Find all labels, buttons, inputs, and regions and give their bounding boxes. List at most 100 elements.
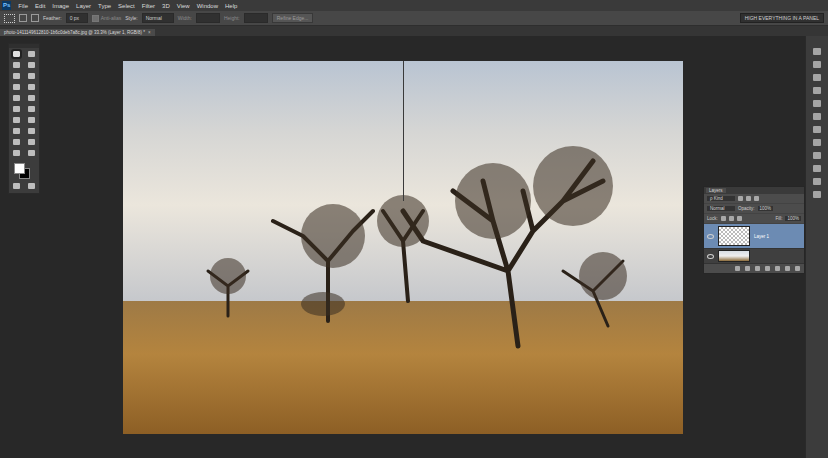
menu-item[interactable]: View <box>177 3 190 9</box>
tool-icon[interactable] <box>13 73 20 79</box>
menu-item[interactable]: Edit <box>35 3 45 9</box>
tool-icon[interactable] <box>28 128 35 134</box>
tools-panel <box>8 43 40 194</box>
foreground-color-swatch[interactable] <box>14 163 25 174</box>
quick-mask-icon[interactable] <box>13 183 20 189</box>
tool-icon[interactable] <box>13 84 20 90</box>
anti-alias-checkbox[interactable]: Anti-alias <box>92 15 122 22</box>
panel-button-icon[interactable] <box>765 266 770 271</box>
lock-icon[interactable] <box>721 216 726 221</box>
checkbox-box[interactable] <box>92 15 99 22</box>
filter-icon[interactable] <box>754 196 759 201</box>
layers-tab[interactable]: Layers <box>706 188 726 193</box>
marquee-icon[interactable] <box>4 14 15 23</box>
menu-item[interactable]: Select <box>118 3 135 9</box>
tool-icon[interactable] <box>28 84 35 90</box>
panel-icon[interactable] <box>813 165 821 172</box>
style-dropdown[interactable]: Normal <box>142 13 174 23</box>
layer-thumbnail <box>718 226 750 246</box>
layer-row[interactable] <box>704 249 804 264</box>
document-tab-bar: photo-1411149612810-1b6c0deb7a8c.jpg @ 3… <box>0 26 828 36</box>
panel-icon[interactable] <box>813 191 821 198</box>
close-tab-button[interactable]: × <box>148 30 151 35</box>
opacity-label: Opacity: <box>738 206 755 211</box>
panel-button-icon[interactable] <box>775 266 780 271</box>
menu-item[interactable]: Image <box>52 3 69 9</box>
tool-icon[interactable] <box>13 62 20 68</box>
tool-icon[interactable] <box>13 51 20 57</box>
menu-item[interactable]: Help <box>225 3 237 9</box>
app-logo: Ps <box>2 1 11 10</box>
color-swatches[interactable] <box>9 162 39 180</box>
panel-dock <box>805 36 828 458</box>
panel-icon[interactable] <box>813 61 821 68</box>
opacity-field[interactable]: 100% <box>758 206 774 211</box>
layer-filter-row: ρ Kind <box>704 194 804 204</box>
panel-icon[interactable] <box>813 74 821 81</box>
filter-icon[interactable] <box>738 196 743 201</box>
tool-icon[interactable] <box>28 139 35 145</box>
guide-line[interactable] <box>403 61 404 201</box>
style-label: Style: <box>125 15 138 21</box>
tool-icon[interactable] <box>13 95 20 101</box>
screen-mode-icon[interactable] <box>28 183 35 189</box>
tool-icon[interactable] <box>13 117 20 123</box>
refine-edge-button[interactable]: Refine Edge... <box>272 13 314 23</box>
panel-icon[interactable] <box>813 87 821 94</box>
height-field[interactable] <box>244 13 268 23</box>
panel-icon[interactable] <box>813 126 821 133</box>
lock-icon[interactable] <box>729 216 734 221</box>
layer-row[interactable]: Layer 1 <box>704 224 804 249</box>
width-field[interactable] <box>196 13 220 23</box>
tool-icon[interactable] <box>28 106 35 112</box>
menu-item[interactable]: File <box>18 3 28 9</box>
tool-icon[interactable] <box>13 106 20 112</box>
photo-canvas[interactable] <box>123 61 683 434</box>
tool-icon[interactable] <box>28 73 35 79</box>
blend-mode-dropdown[interactable]: Normal <box>707 206 735 211</box>
tool-icon[interactable] <box>13 139 20 145</box>
panel-icon[interactable] <box>813 152 821 159</box>
panel-header: Layers <box>704 187 804 194</box>
menu-item[interactable]: Layer <box>76 3 91 9</box>
photoshop-window: Ps File Edit Image Layer Type Select Filter 3D Vi… <box>0 0 828 458</box>
tool-icon[interactable] <box>28 117 35 123</box>
filter-icon[interactable] <box>746 196 751 201</box>
tool-icon[interactable] <box>28 51 35 57</box>
panel-icon[interactable] <box>813 178 821 185</box>
lock-label: Lock: <box>707 216 718 221</box>
blend-row: NormalOpacity:100% <box>704 204 804 214</box>
panel-icon[interactable] <box>813 139 821 146</box>
tool-icon[interactable] <box>28 95 35 101</box>
fill-field[interactable]: 100% <box>785 216 801 221</box>
tool-icon[interactable] <box>28 150 35 156</box>
menu-item[interactable]: 3D <box>162 3 170 9</box>
tool-icon[interactable] <box>28 62 35 68</box>
lock-icon[interactable] <box>737 216 742 221</box>
document-tab[interactable]: photo-1411149612810-1b6c0deb7a8c.jpg @ 3… <box>0 29 155 36</box>
tool-icon[interactable] <box>13 128 20 134</box>
feather-label: Feather: <box>43 15 62 21</box>
tool-icon[interactable] <box>13 150 20 156</box>
panel-button-icon[interactable] <box>745 266 750 271</box>
menu-item[interactable]: Window <box>197 3 218 9</box>
eye-icon[interactable] <box>707 254 714 259</box>
panel-icon[interactable] <box>813 48 821 55</box>
menu-item[interactable]: Filter <box>142 3 155 9</box>
panel-icon[interactable] <box>813 100 821 107</box>
layers-panel: Layersρ KindNormalOpacity:100%Lock:Fill:… <box>703 186 805 274</box>
menu-item[interactable]: Type <box>98 3 111 9</box>
panel-icon[interactable] <box>813 113 821 120</box>
panel-button-icon[interactable] <box>755 266 760 271</box>
selection-mode-icon[interactable] <box>31 14 39 22</box>
layer-thumbnail <box>718 250 750 262</box>
panel-button-icon[interactable] <box>785 266 790 271</box>
panel-button-icon[interactable] <box>795 266 800 271</box>
filter-dropdown[interactable]: ρ Kind <box>707 196 735 201</box>
selection-mode-icon[interactable] <box>19 14 27 22</box>
feather-field[interactable]: 0 px <box>66 13 88 23</box>
panel-button-icon[interactable] <box>735 266 740 271</box>
eye-icon[interactable] <box>707 234 714 239</box>
options-bar: Feather:0 px Anti-aliasStyle:NormalWidth… <box>0 11 828 26</box>
workspace-switcher[interactable]: HIGH EVERYTHING IN A PANEL <box>740 13 824 23</box>
